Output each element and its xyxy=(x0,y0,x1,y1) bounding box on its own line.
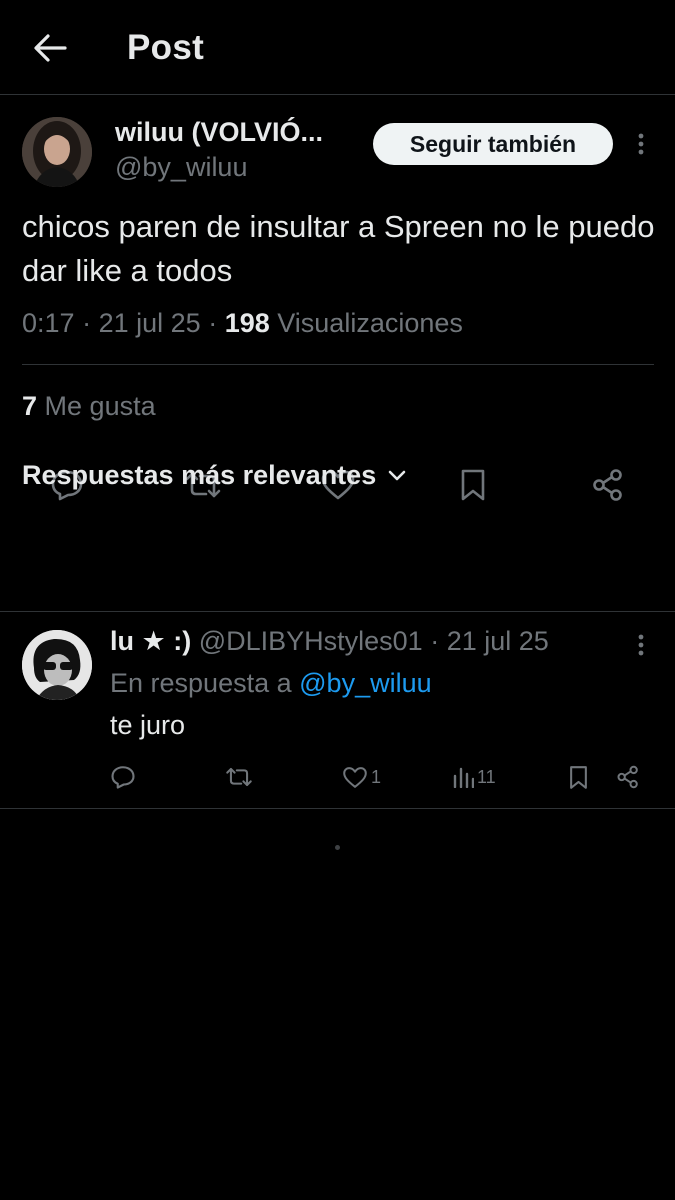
author-name[interactable]: wiluu (VOLVIÓ... xyxy=(115,117,323,148)
likes-label: Me gusta xyxy=(44,391,156,421)
page-title: Post xyxy=(127,28,205,67)
sort-label: Respuestas más relevantes xyxy=(22,460,377,490)
views-count: 198 xyxy=(224,308,270,338)
reply-to-mention[interactable]: @by_wiluu xyxy=(299,668,431,698)
author-avatar[interactable] xyxy=(22,117,92,187)
meta-separator: · xyxy=(82,308,99,338)
share-icon[interactable] xyxy=(616,762,640,792)
views-label: Visualizaciones xyxy=(277,308,463,338)
meta-separator: · xyxy=(430,626,447,656)
post-text: chicos paren de insultar a Spreen no le … xyxy=(22,209,655,288)
divider xyxy=(0,808,675,809)
reply-date: 21 jul 25 xyxy=(446,626,549,656)
divider xyxy=(22,364,654,365)
likes-count: 7 xyxy=(22,391,38,421)
follow-button[interactable]: Seguir también xyxy=(373,123,613,165)
reply-text: te juro xyxy=(110,710,186,740)
post-date: 21 jul 25 xyxy=(98,308,201,338)
retweet-icon[interactable] xyxy=(225,762,253,792)
bookmark-icon[interactable] xyxy=(453,465,493,505)
bookmark-icon[interactable] xyxy=(568,762,589,792)
reply-to-prefix: En respuesta a xyxy=(110,668,292,698)
back-arrow-icon[interactable] xyxy=(30,28,70,68)
meta-separator: · xyxy=(208,308,225,338)
chevron-down-icon xyxy=(388,466,408,486)
reply-header: lu ★ :) @DLIBYHstyles01 · 21 jul 25 xyxy=(110,626,549,657)
author-handle[interactable]: @by_wiluu xyxy=(115,152,247,183)
reply-context: En respuesta a @by_wiluu xyxy=(110,668,432,699)
reply-avatar[interactable] xyxy=(22,630,92,700)
like-button[interactable]: 1 xyxy=(342,762,381,792)
share-icon[interactable] xyxy=(588,465,628,505)
reply-view-count: 11 xyxy=(477,766,496,787)
replies-sort-selector[interactable]: Respuestas más relevantes xyxy=(22,460,408,491)
more-options-icon[interactable] xyxy=(628,632,654,658)
heart-icon xyxy=(342,766,368,789)
top-bar: Post xyxy=(0,0,675,95)
reply-like-count: 1 xyxy=(371,766,382,787)
reply-icon[interactable] xyxy=(110,762,136,792)
bar-chart-icon xyxy=(452,766,474,788)
views-button[interactable]: 11 xyxy=(452,762,496,792)
reply-action-bar: 1 11 xyxy=(0,762,675,792)
reply-item[interactable]: lu ★ :) @DLIBYHstyles01 · 21 jul 25 En r… xyxy=(0,612,675,808)
reply-author-handle[interactable]: @DLIBYHstyles01 xyxy=(199,626,423,656)
post-time: 0:17 xyxy=(22,308,75,338)
more-options-icon[interactable] xyxy=(628,131,654,157)
post-metadata: 0:17 · 21 jul 25 · 198 Visualizaciones xyxy=(22,308,463,339)
reply-author-name[interactable]: lu ★ :) xyxy=(110,626,191,656)
likes-summary[interactable]: 7 Me gusta xyxy=(22,391,156,422)
loading-indicator xyxy=(335,845,340,850)
